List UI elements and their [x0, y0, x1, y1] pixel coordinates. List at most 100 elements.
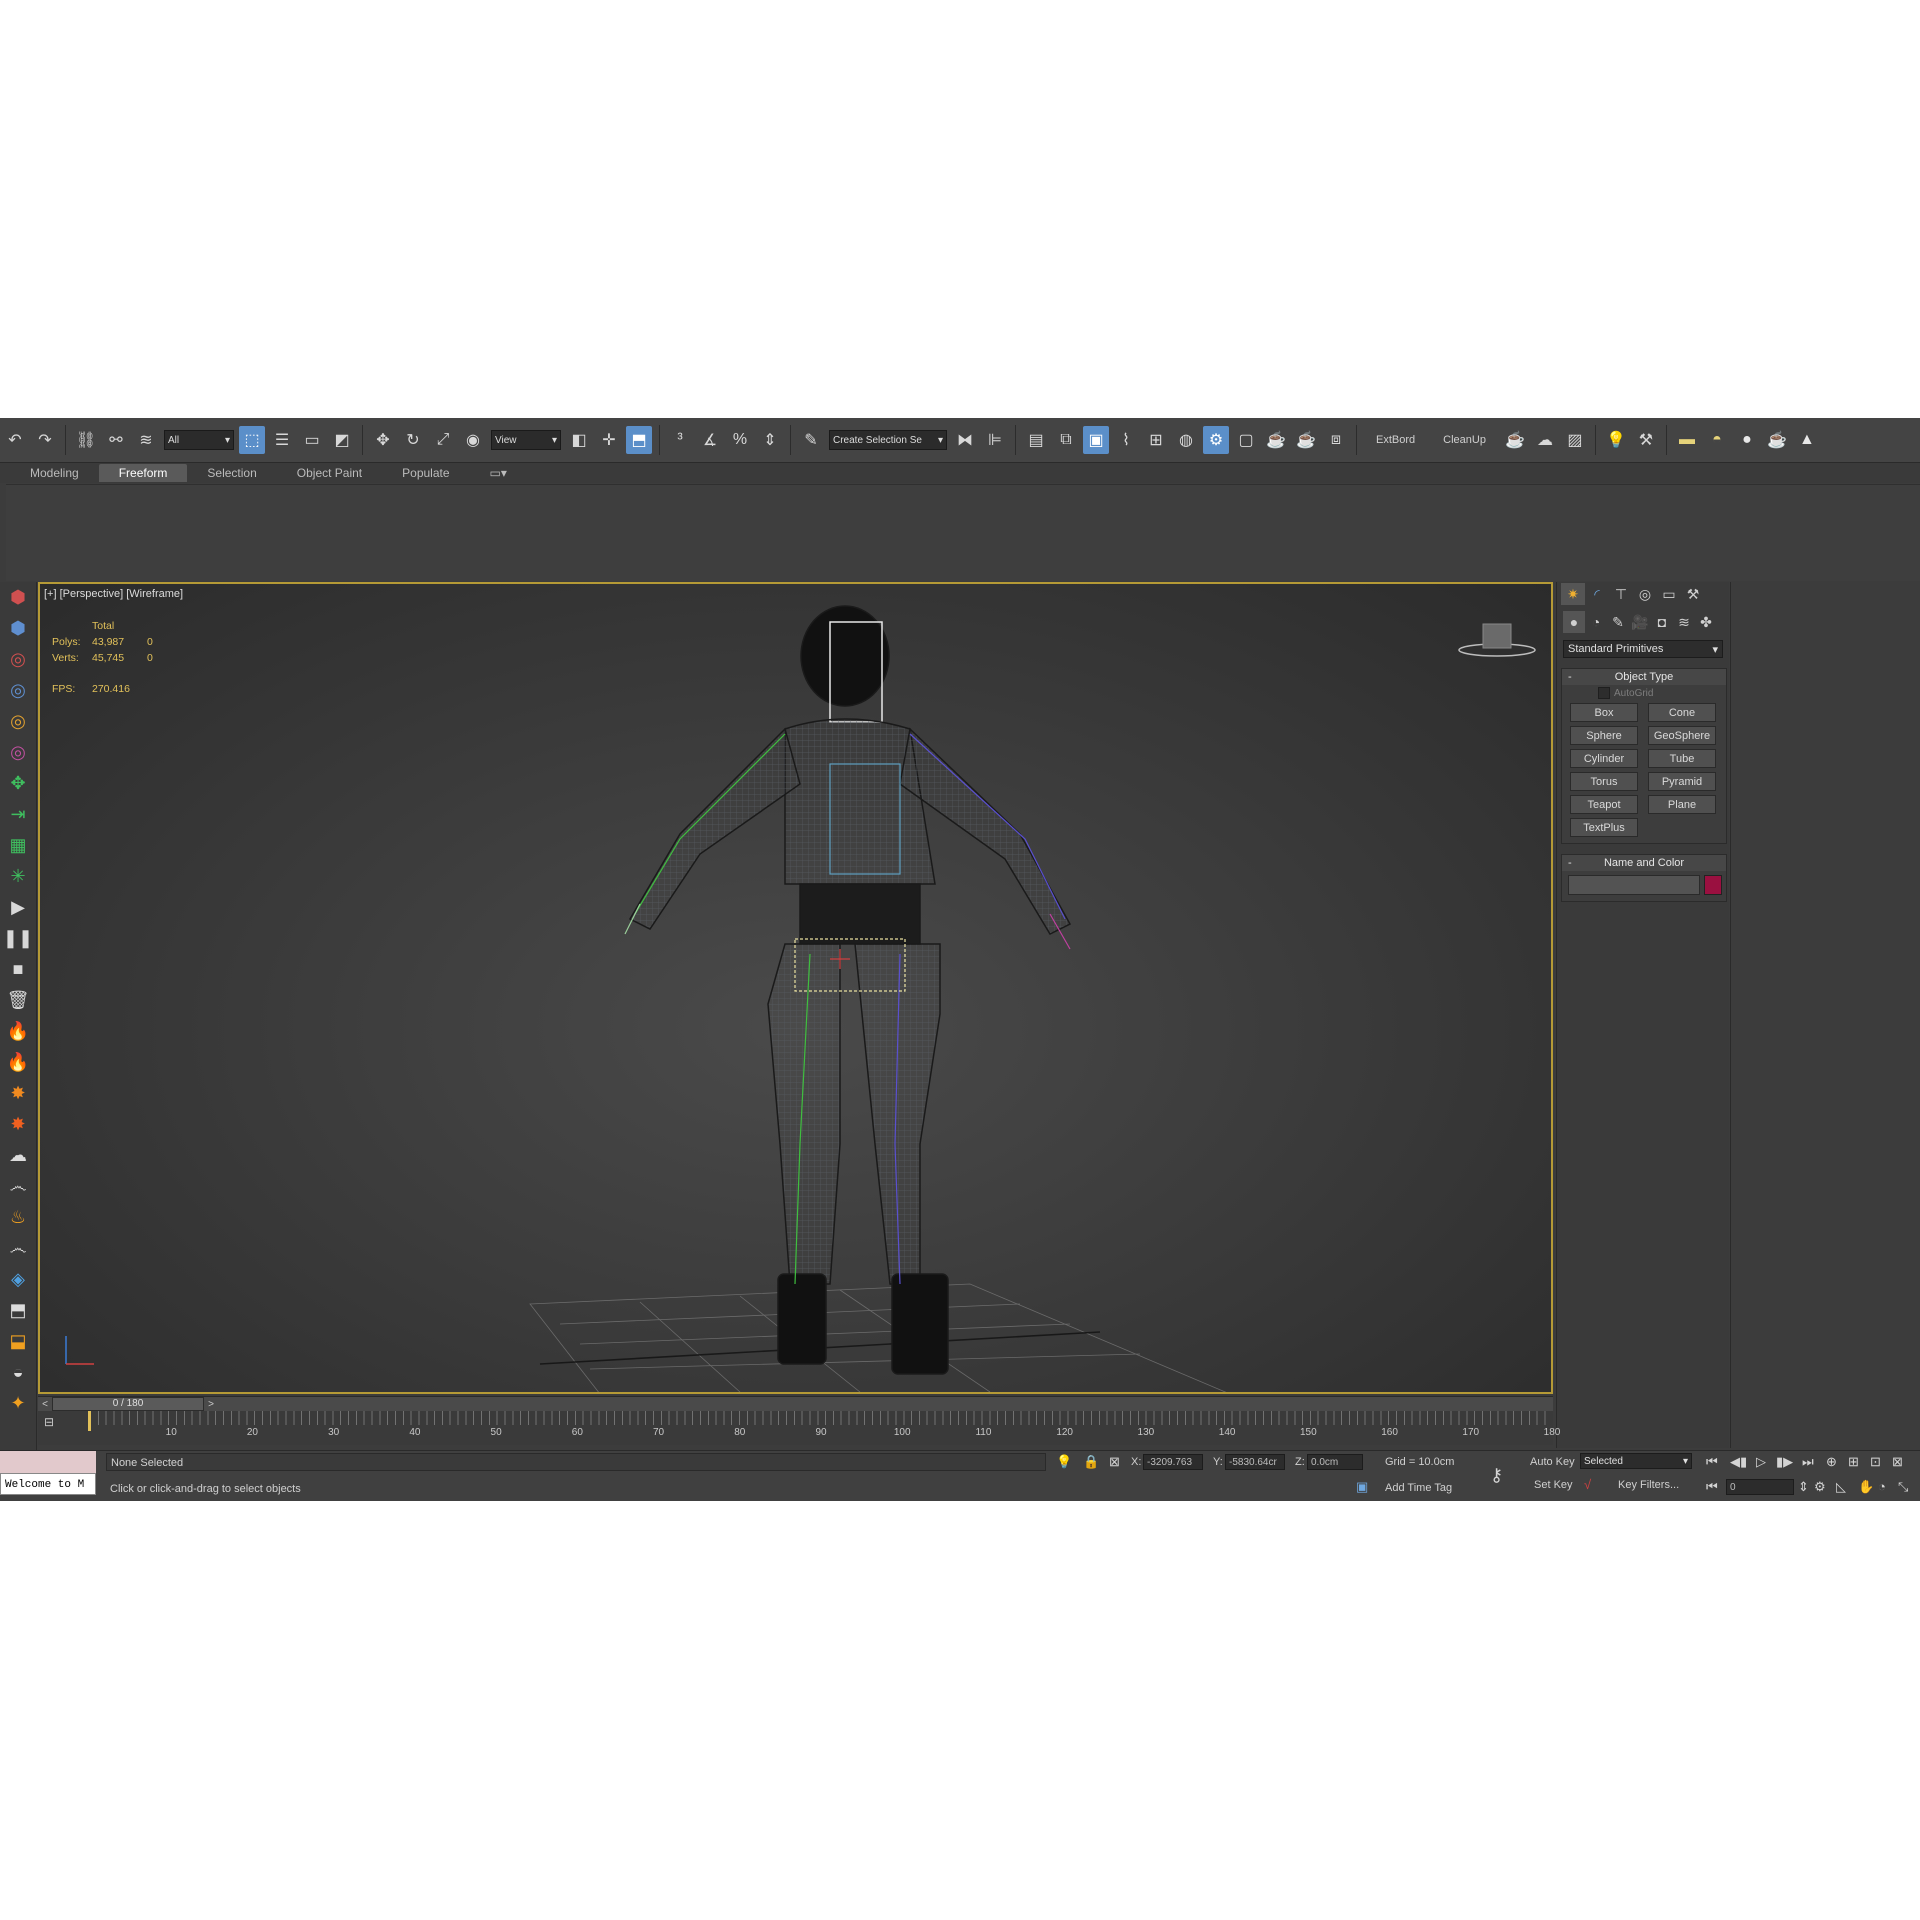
orbit-icon[interactable]: ◔ [1878, 1479, 1886, 1494]
selection-filter-dropdown[interactable]: All ▾ [164, 430, 234, 450]
key-filters-button[interactable]: Key Filters... [1618, 1479, 1679, 1491]
utilities-icon[interactable]: ✳ [0, 861, 36, 892]
tube-button[interactable]: Tube [1648, 749, 1716, 768]
select-manipulate-icon[interactable]: ✛ [596, 426, 622, 454]
edit-named-selection-icon[interactable]: ✎ [798, 426, 824, 454]
layer-manager-icon[interactable]: ⧉ [1053, 426, 1079, 454]
redo-icon[interactable]: ↷ [32, 426, 58, 454]
link-icon[interactable]: ⛓ [73, 426, 99, 454]
prev-frame-arrow[interactable]: < [38, 1399, 52, 1410]
systems-icon[interactable]: ✤ [1695, 611, 1717, 633]
snaps-toggle-icon[interactable]: ³ [667, 426, 693, 454]
plane-button[interactable]: Plane [1648, 795, 1716, 814]
spacewarps-icon[interactable]: ≋ [1673, 611, 1695, 633]
torus-button[interactable]: Torus [1570, 772, 1638, 791]
teapot-button[interactable]: Teapot [1570, 795, 1638, 814]
set-key-button[interactable]: Set Key [1534, 1479, 1573, 1491]
wireframe-character-model[interactable] [40, 584, 1551, 1392]
teapot-icon[interactable]: ☕ [1502, 426, 1528, 454]
isolate-selection-icon[interactable]: 💡 [1056, 1454, 1072, 1470]
named-selection-dropdown[interactable]: Create Selection Se ▾ [829, 430, 947, 450]
frame-spinner-icon[interactable]: ⇕ [1798, 1479, 1809, 1495]
auto-key-button[interactable]: Auto Key [1530, 1456, 1575, 1468]
create-tab-icon[interactable]: ✷ [1561, 583, 1585, 605]
create-helpers-icon[interactable]: ◎ [0, 706, 36, 737]
zoom-extents-all-icon[interactable]: ⊠ [1892, 1454, 1903, 1470]
camera-tools-icon[interactable]: ⚒ [1633, 426, 1659, 454]
next-frame-icon[interactable]: ▮▶ [1776, 1454, 1793, 1470]
angle-snap-icon[interactable]: ∡ [697, 426, 723, 454]
select-object-icon[interactable]: ⬚ [239, 426, 265, 454]
tab-modeling[interactable]: Modeling [10, 464, 99, 482]
sphere-button[interactable]: Sphere [1570, 726, 1638, 745]
object-name-field[interactable] [1568, 875, 1700, 895]
cleanup-button[interactable]: CleanUp [1429, 434, 1500, 446]
track-bar[interactable]: ⊟ 10 20 30 40 50 60 70 80 90 100 110 120 130 140 150 16… [38, 1411, 1560, 1445]
light-bulb-icon[interactable]: 💡 [1603, 426, 1629, 454]
align-icon[interactable]: ⊫ [982, 426, 1008, 454]
rotate-icon[interactable]: ↻ [400, 426, 426, 454]
maxscript-listener[interactable]: Welcome to M [0, 1451, 96, 1501]
absolute-mode-icon[interactable]: ⊠ [1109, 1454, 1120, 1470]
ribbon-options-icon[interactable]: ▭▾ [470, 464, 527, 482]
object-type-header[interactable]: - Object Type [1562, 669, 1726, 685]
key-icon[interactable]: ⚷ [1490, 1465, 1503, 1486]
modify-tab-icon[interactable]: ◜ [1585, 583, 1609, 605]
bowl-icon[interactable]: ◒ [0, 1357, 36, 1388]
create-geometry-icon[interactable]: ⬢ [0, 582, 36, 613]
box-primitive-icon[interactable]: ▬ [1674, 426, 1700, 454]
schematic-view-icon[interactable]: ⊞ [1143, 426, 1169, 454]
geosphere-button[interactable]: GeoSphere [1648, 726, 1716, 745]
zoom-all-icon[interactable]: ⊞ [1848, 1454, 1859, 1470]
bind-spacewarp-icon[interactable]: ≋ [133, 426, 159, 454]
burst-icon[interactable]: ✸ [0, 1109, 36, 1140]
go-to-start-icon[interactable]: ⏮ [1706, 1454, 1718, 1470]
textplus-button[interactable]: TextPlus [1570, 818, 1638, 837]
select-by-name-icon[interactable]: ☰ [269, 426, 295, 454]
primitive-category-dropdown[interactable]: Standard Primitives ▾ [1563, 640, 1723, 658]
helpers-icon[interactable]: ◘ [1651, 611, 1673, 633]
extbord-button[interactable]: ExtBord [1362, 434, 1429, 446]
pause-icon[interactable]: ❚❚ [0, 923, 36, 954]
percent-snap-icon[interactable]: % [727, 426, 753, 454]
cameras-icon[interactable]: 🎥 [1629, 611, 1651, 633]
move-icon[interactable]: ✥ [370, 426, 396, 454]
spinner-snap-icon[interactable]: ⇕ [757, 426, 783, 454]
smoke-icon[interactable]: ☁ [0, 1140, 36, 1171]
field-of-view-icon[interactable]: ◺ [1836, 1479, 1846, 1495]
flame-icon[interactable]: ♨ [0, 1202, 36, 1233]
tab-object-paint[interactable]: Object Paint [277, 464, 382, 482]
viewcube[interactable] [1457, 620, 1537, 660]
zoom-extents-icon[interactable]: ⊡ [1870, 1454, 1881, 1470]
geometry-icon[interactable]: ● [1563, 611, 1585, 633]
motion-icon[interactable]: ⇥ [0, 799, 36, 830]
create-cameras-icon[interactable]: ◎ [0, 675, 36, 706]
maxscript-mini-listener-text[interactable]: Welcome to M [0, 1473, 96, 1495]
go-to-end-icon[interactable]: ⏭ [1802, 1454, 1814, 1470]
next-frame-arrow[interactable]: > [204, 1399, 218, 1410]
place-icon[interactable]: ◉ [460, 426, 486, 454]
hierarchy-tab-icon[interactable]: ⊤ [1609, 583, 1633, 605]
create-lights-icon[interactable]: ◎ [0, 644, 36, 675]
explosion-icon[interactable]: ✸ [0, 1078, 36, 1109]
key-tangent-icon[interactable]: √ [1584, 1477, 1591, 1492]
lights-icon[interactable]: ✎ [1607, 611, 1629, 633]
tab-freeform[interactable]: Freeform [98, 464, 188, 482]
curve-editor-mini-icon[interactable]: ⊟ [44, 1415, 54, 1429]
perspective-viewport[interactable]: [+] [Perspective] [Wireframe] Total Poly… [38, 582, 1553, 1394]
box-button[interactable]: Box [1570, 703, 1638, 722]
cone-primitive-icon[interactable]: ▲ [1794, 426, 1820, 454]
sphere-primitive-icon[interactable]: ● [1734, 426, 1760, 454]
current-frame-field[interactable]: 0 [1726, 1479, 1794, 1495]
add-time-tag-button[interactable]: Add Time Tag [1385, 1482, 1452, 1494]
rect-selection-icon[interactable]: ▭ [299, 426, 325, 454]
display-tab-icon[interactable]: ▭ [1657, 583, 1681, 605]
cylinder-button[interactable]: Cylinder [1570, 749, 1638, 768]
ref-coord-dropdown[interactable]: View ▾ [491, 430, 561, 450]
hierarchy-icon[interactable]: ✥ [0, 768, 36, 799]
tab-populate[interactable]: Populate [382, 464, 469, 482]
time-slider-thumb[interactable]: 0 / 180 [52, 1397, 204, 1411]
mirror-icon[interactable]: ⧓ [952, 426, 978, 454]
unlink-icon[interactable]: ⚯ [103, 426, 129, 454]
render-iterative-icon[interactable]: ☕ [1293, 426, 1319, 454]
